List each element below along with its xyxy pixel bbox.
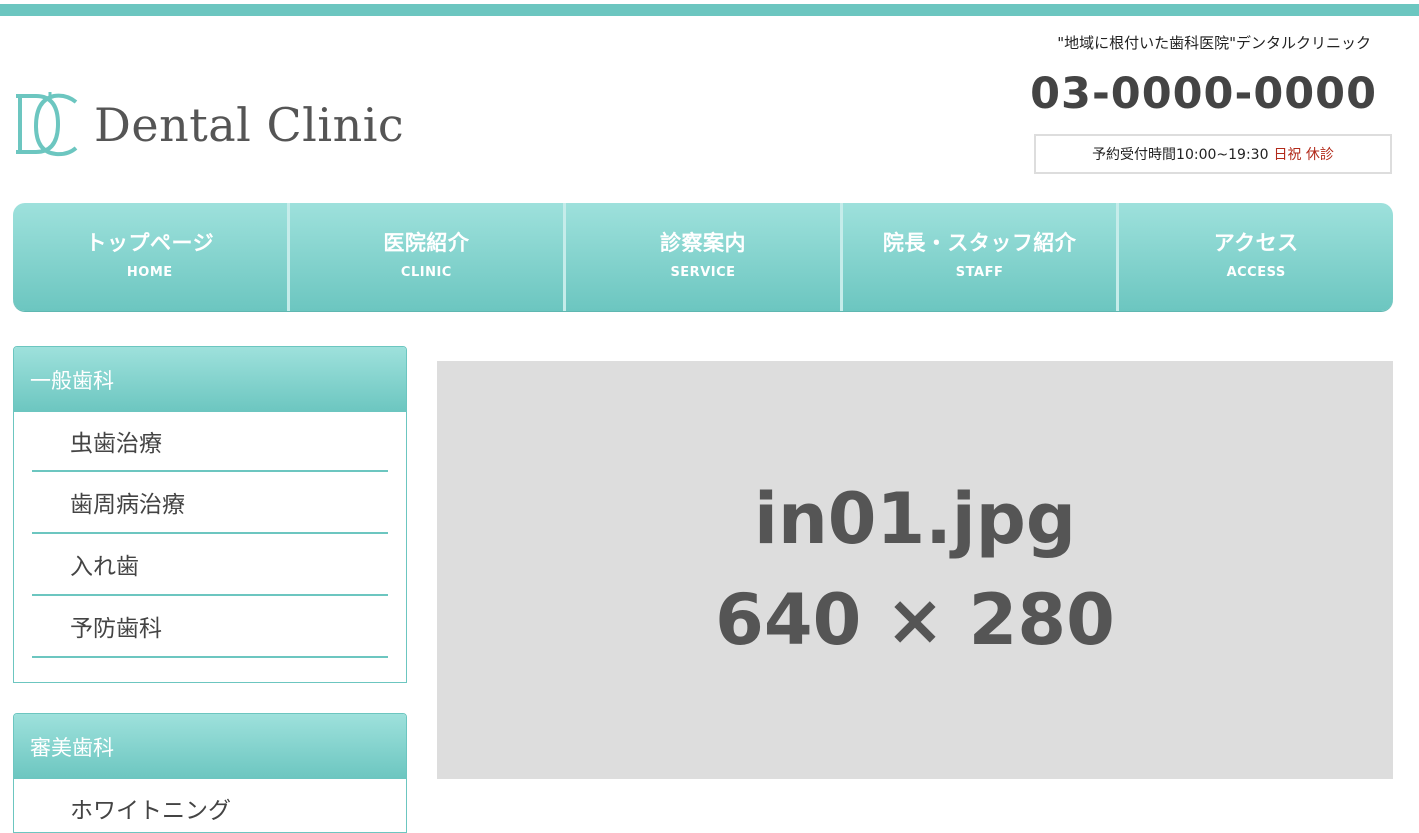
logo-text: Dental Clinic xyxy=(94,98,405,152)
nav-sublabel: CLINIC xyxy=(400,264,452,280)
nav-item-access[interactable]: アクセス ACCESS xyxy=(1116,203,1393,311)
nav-label: 院長・スタッフ紹介 xyxy=(882,230,1077,255)
sidebar-item-periodontal-treatment[interactable]: 歯周病治療 xyxy=(32,472,388,534)
top-accent-bar xyxy=(0,0,1419,16)
sidebar-item-dentures[interactable]: 入れ歯 xyxy=(32,534,388,596)
hours-label: 予約受付時間10:00~19:30 xyxy=(1092,147,1269,163)
nav-label: 医院紹介 xyxy=(383,230,470,255)
sidebar-item-preventive-dentistry[interactable]: 予防歯科 xyxy=(32,596,388,658)
site-header: Dental Clinic "地域に根付いた歯科医院"デンタルクリニック 03-… xyxy=(0,16,1419,191)
closed-days-label: 日祝 休診 xyxy=(1273,147,1334,163)
nav-label: トップページ xyxy=(85,230,215,255)
sidebar-list: 虫歯治療 歯周病治療 入れ歯 予防歯科 xyxy=(14,412,406,658)
nav-item-clinic[interactable]: 医院紹介 CLINIC xyxy=(286,203,564,311)
nav-sublabel: ACCESS xyxy=(1226,264,1286,280)
sidebar-cosmetic-dentistry: 審美歯科 ホワイトニング xyxy=(13,713,407,833)
reservation-hours-box: 予約受付時間10:00~19:30 日祝 休診 xyxy=(1034,134,1392,174)
sidebar-item-cavity-treatment[interactable]: 虫歯治療 xyxy=(32,412,388,472)
sidebar-list: ホワイトニング xyxy=(14,779,406,832)
sidebar-general-dentistry: 一般歯科 虫歯治療 歯周病治療 入れ歯 予防歯科 xyxy=(13,346,407,683)
nav-item-service[interactable]: 診察案内 SERVICE xyxy=(563,203,840,311)
dc-logo-icon xyxy=(16,92,78,157)
sidebar-item-whitening[interactable]: ホワイトニング xyxy=(32,779,388,832)
header-tagline: "地域に根付いた歯科医院"デンタルクリニック xyxy=(1057,34,1371,52)
image-dimensions: 640 × 280 xyxy=(715,579,1115,661)
nav-sublabel: STAFF xyxy=(955,264,1004,280)
nav-label: アクセス xyxy=(1213,230,1299,255)
nav-label: 診察案内 xyxy=(659,230,746,255)
nav-sublabel: SERVICE xyxy=(670,264,736,280)
site-logo[interactable]: Dental Clinic xyxy=(14,90,404,160)
main-image-placeholder: in01.jpg 640 × 280 xyxy=(437,361,1393,779)
phone-number[interactable]: 03-0000-0000 xyxy=(1030,69,1377,119)
nav-sublabel: HOME xyxy=(126,264,173,280)
sidebar-heading: 一般歯科 xyxy=(14,347,406,412)
sidebar-heading: 審美歯科 xyxy=(14,714,406,779)
image-filename: in01.jpg xyxy=(753,477,1077,560)
nav-item-home[interactable]: トップページ HOME xyxy=(13,203,287,311)
nav-item-staff[interactable]: 院長・スタッフ紹介 STAFF xyxy=(839,203,1117,311)
global-navigation: トップページ HOME 医院紹介 CLINIC 診察案内 SERVICE 院長・… xyxy=(13,203,1393,311)
